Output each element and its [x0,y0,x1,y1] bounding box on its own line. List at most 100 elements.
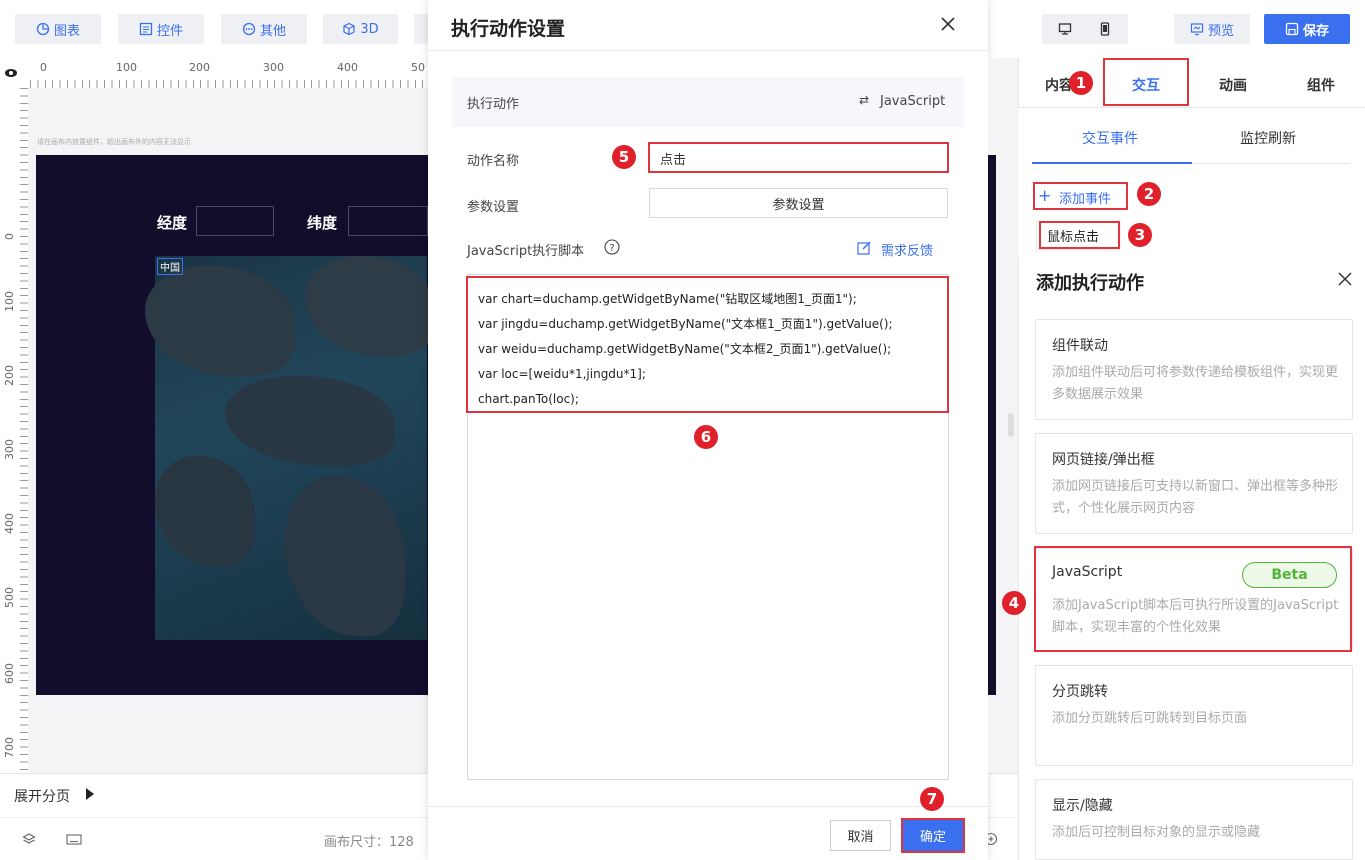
threed-button[interactable]: 3D [323,14,398,44]
ruler-label: 400 [3,513,16,534]
ruler-label: 400 [337,61,358,74]
preview-icon [1190,23,1204,36]
highlight-box [1103,58,1189,106]
eye-icon[interactable] [4,66,18,80]
mobile-view-button[interactable] [1098,22,1112,36]
subtab-underline [1032,162,1192,164]
subtab-events[interactable]: 交互事件 [1082,128,1138,148]
device-switch [1042,14,1128,44]
svg-text:?: ? [609,243,614,254]
save-label: 保存 [1302,23,1329,39]
script-label: JavaScript执行脚本 [467,244,585,259]
param-label: 参数设置 [467,200,520,215]
action-label: 执行动作 [467,97,520,112]
close-icon[interactable] [938,14,958,34]
param-button-label: 参数设置 [772,197,825,213]
param-settings-button[interactable]: 参数设置 [649,188,948,218]
canvas-edge [988,155,996,695]
step-badge: 7 [920,787,944,811]
highlight-box [648,142,949,173]
ruler-label: 700 [3,737,16,758]
map-tag: 中国 [157,258,183,275]
action-row: 执行动作 ⇄ JavaScript [452,77,964,127]
latitude-label: 纬度 [307,214,338,232]
close-icon[interactable] [1336,270,1354,288]
map-land [305,256,435,356]
pc-view-button[interactable] [1058,22,1072,36]
map-land [225,376,395,466]
ruler-label: 100 [116,61,137,74]
card-desc: 添加组件联动后可将参数传递给模板组件，实现更多数据展示效果 [1052,365,1339,402]
ruler-label: 300 [263,61,284,74]
ruler-ticks [20,88,28,773]
highlight-box [1033,182,1128,210]
preview-button[interactable]: 预览 [1174,14,1250,44]
action-card-linkage[interactable]: 组件联动 添加组件联动后可将参数传递给模板组件，实现更多数据展示效果 [1035,319,1353,420]
divider [1192,163,1350,164]
tab-component[interactable]: 组件 [1307,75,1335,95]
chart-label: 图表 [53,23,80,39]
map-land [155,456,255,566]
swap-icon[interactable]: ⇄ [859,93,869,107]
control-button[interactable]: 控件 [118,14,204,44]
step-badge: 1 [1069,71,1093,95]
ruler-label: 0 [3,233,16,240]
map-land [145,266,295,376]
layers-icon[interactable] [22,832,36,850]
longitude-input[interactable] [196,206,274,236]
phone-icon [1100,22,1110,36]
preview-label: 预览 [1207,23,1234,39]
control-label: 控件 [156,23,183,39]
step-badge: 3 [1128,223,1152,247]
latitude-input[interactable] [348,206,428,236]
ruler-label: 600 [3,663,16,684]
highlight-box [1039,221,1120,249]
other-button[interactable]: 其他 [221,14,307,44]
ruler-label: 200 [3,365,16,386]
more-icon [242,22,256,36]
step-badge: 2 [1137,182,1161,206]
ruler-label: 500 [3,587,16,608]
action-type[interactable]: JavaScript [880,94,945,109]
save-button[interactable]: 保存 [1264,14,1350,44]
action-card-weblink[interactable]: 网页链接/弹出框 添加网页链接后可支持以新窗口、弹出框等多种形式，个性化展示网页… [1035,433,1353,534]
ruler-label: 0 [40,61,47,74]
threed-label: 3D [360,21,379,37]
dialog-title: 执行动作设置 [451,18,566,40]
highlight-box [466,276,949,413]
highlight-box [901,818,965,853]
highlight-box [1034,546,1352,652]
scrollbar-thumb[interactable] [1008,413,1014,437]
keyboard-icon[interactable] [66,832,82,850]
cancel-button[interactable]: 取消 [830,820,891,851]
edit-icon[interactable] [856,240,872,256]
tab-animation[interactable]: 动画 [1219,75,1247,95]
card-title: 显示/隐藏 [1052,798,1113,814]
toolbar-overflow [414,14,428,44]
control-icon [139,22,153,36]
card-title: 网页链接/弹出框 [1052,452,1155,468]
longitude-label: 经度 [157,214,188,232]
play-icon[interactable] [86,788,94,800]
vertical-ruler: 0 100 200 300 400 500 600 700 800 [0,88,28,832]
divider [428,806,988,807]
feedback-link[interactable]: 需求反馈 [881,240,933,259]
divider [428,50,988,51]
step-badge: 4 [1002,591,1026,615]
card-desc: 添加后可控制目标对象的显示或隐藏 [1052,825,1261,840]
action-card-pagejump[interactable]: 分页跳转 添加分页跳转后可跳转到目标页面 [1035,665,1353,766]
card-title: 组件联动 [1052,338,1108,354]
add-action-title: 添加执行动作 [1036,273,1144,294]
help-icon[interactable]: ? [604,239,620,255]
action-card-showhide[interactable]: 显示/隐藏 添加后可控制目标对象的显示或隐藏 [1035,779,1353,860]
other-label: 其他 [259,23,286,39]
map-land [285,476,405,636]
region-map[interactable]: 中国 [145,256,435,640]
ruler-label: 50 [411,61,425,74]
name-label: 动作名称 [467,154,520,169]
expand-pages[interactable]: 展开分页 [14,786,70,806]
subtab-monitor[interactable]: 监控刷新 [1240,128,1296,148]
chart-button[interactable]: 图表 [15,14,101,44]
canvas-size: 画布尺寸：128 [324,835,414,850]
chart-icon [36,22,50,36]
